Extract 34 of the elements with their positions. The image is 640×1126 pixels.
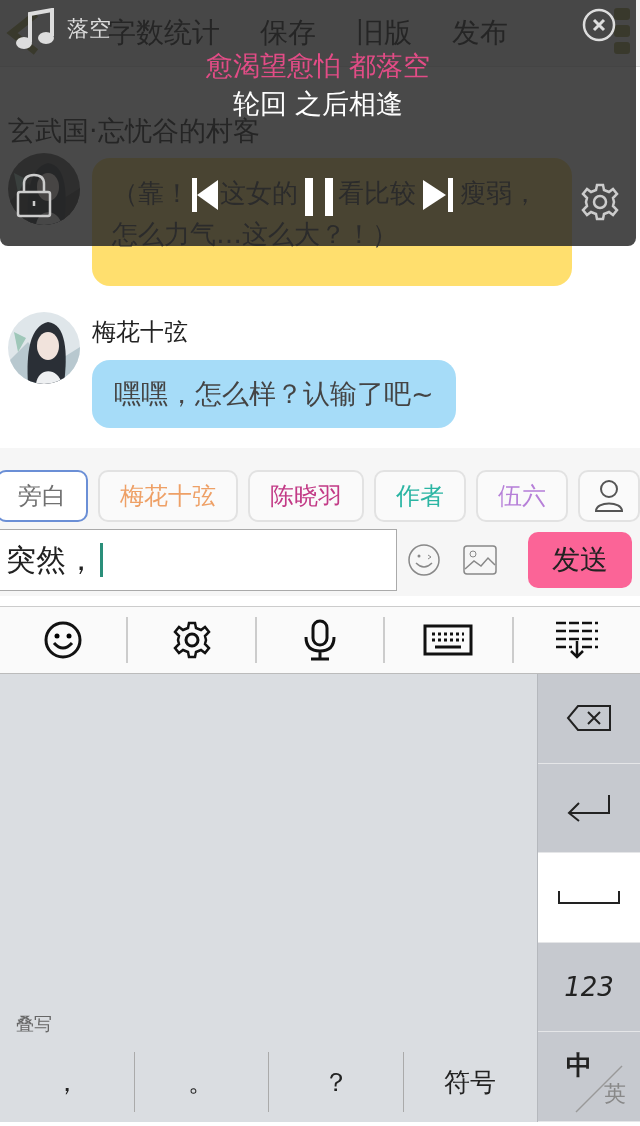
lock-button[interactable] <box>16 172 52 218</box>
role-chip[interactable]: 旁白 <box>0 470 88 522</box>
collapse-icon <box>553 619 600 661</box>
symbol-key[interactable]: 。 <box>134 1052 269 1112</box>
backspace-icon <box>566 704 612 733</box>
role-chip[interactable]: 陈晓羽 <box>248 470 364 522</box>
symbol-key[interactable]: ？ <box>269 1052 404 1112</box>
send-button[interactable]: 发送 <box>528 532 632 588</box>
symbol-key[interactable]: ， <box>0 1052 135 1112</box>
role-chip[interactable]: 伍六 <box>476 470 568 522</box>
pause-button[interactable] <box>305 178 333 216</box>
lyric-line: 愈渴望愈怕 都落空 <box>205 49 431 83</box>
symbol-key[interactable]: 符号 <box>403 1052 537 1112</box>
message-input[interactable]: 突然， <box>0 529 397 591</box>
mode-label: 叠写 <box>15 1012 53 1036</box>
handwriting-pad[interactable]: 叠写 ， 。 ？ 符号 <box>0 674 537 1122</box>
smiley-icon <box>43 620 84 660</box>
song-title: 落空 <box>67 15 111 41</box>
person-icon <box>594 479 624 513</box>
previous-button[interactable] <box>192 178 218 212</box>
sender-name: 梅花十弦 <box>92 317 189 348</box>
lyric-line: 轮回 之后相逢 <box>232 87 404 119</box>
message-text: 嘿嘿，怎么样？认输了吧~ <box>114 377 434 411</box>
close-button[interactable] <box>582 8 616 42</box>
next-button[interactable] <box>423 178 453 212</box>
smiley-icon[interactable] <box>407 543 441 577</box>
settings-icon <box>171 620 212 660</box>
image-icon[interactable] <box>463 545 497 575</box>
space-icon <box>557 889 621 906</box>
microphone-icon <box>302 619 338 661</box>
music-note-icon[interactable] <box>14 8 54 52</box>
enter-icon <box>565 792 613 823</box>
person-button[interactable] <box>578 470 640 522</box>
keyboard-icon <box>423 624 474 656</box>
